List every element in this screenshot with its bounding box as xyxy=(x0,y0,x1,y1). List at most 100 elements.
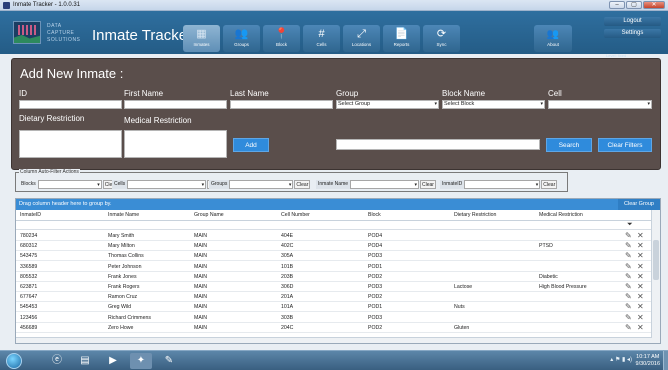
app-taskbar-icon[interactable]: ✦ xyxy=(130,353,152,369)
table-cell: MAIN xyxy=(194,314,207,321)
edit-icon[interactable]: ✎ xyxy=(625,323,632,332)
edit-icon[interactable]: ✎ xyxy=(625,272,632,281)
table-cell: Peter Johnson xyxy=(108,263,142,270)
filter-funnel-icon[interactable]: ⏷ xyxy=(627,221,633,229)
search-input[interactable] xyxy=(336,139,540,150)
show-desktop-button[interactable] xyxy=(663,351,668,370)
table-row[interactable]: 545453 Greg Wild MAIN 101A POD1 Nuts ✎ ✕ xyxy=(16,302,652,313)
table-cell: 543475 xyxy=(20,253,38,260)
delete-icon[interactable]: ✕ xyxy=(637,282,644,291)
table-row[interactable]: 680312 Mary Milton MAIN 402C POD4 PTSD ✎ ✕ xyxy=(16,241,652,252)
settings-button[interactable]: Settings xyxy=(604,29,661,38)
edit-icon[interactable]: ✎ xyxy=(625,282,632,291)
ie-icon[interactable]: ⓔ xyxy=(46,353,68,369)
toolbar-cells-button[interactable]: # Cells xyxy=(303,25,340,52)
col-header-cell-number[interactable]: Cell Number xyxy=(281,212,310,218)
table-cell: Nuts xyxy=(454,304,465,311)
groups-filter-select[interactable]: ▾ xyxy=(229,179,294,189)
table-cell: High Blood Pressure xyxy=(539,284,587,290)
table-row[interactable]: 805532 Frank Jones MAIN 203B POD2 Diabetic ✎ ✕ xyxy=(16,272,652,282)
table-cell: 456689 xyxy=(20,324,38,331)
horizontal-scrollbar[interactable] xyxy=(16,337,652,343)
col-header-dietary[interactable]: Dietary Restriction xyxy=(454,212,496,218)
table-row[interactable]: 543475 Thomas Collins MAIN 305A POD3 ✎ ✕ xyxy=(16,251,652,262)
toolbar-locations-button[interactable]: ⤢ Locations xyxy=(343,25,380,52)
table-row[interactable]: 677647 Ramon Cruz MAIN 201A POD2 ✎ ✕ xyxy=(16,292,652,303)
edit-icon[interactable]: ✎ xyxy=(625,231,632,240)
id-input[interactable] xyxy=(19,100,122,109)
col-header-inmate-id[interactable]: InmateID xyxy=(20,212,41,218)
table-row[interactable]: 336589 Peter Johnson MAIN 101B POD1 ✎ ✕ xyxy=(16,262,652,272)
scroll-thumb[interactable] xyxy=(653,240,659,280)
group-by-bar[interactable]: Drag column header here to group by. xyxy=(16,199,660,210)
delete-icon[interactable]: ✕ xyxy=(637,251,644,260)
col-header-inmate-name[interactable]: Inmate Name xyxy=(108,212,139,218)
window-titlebar: Inmate Tracker - 1.0.0.31 – ▢ ✕ xyxy=(0,0,668,11)
delete-icon[interactable]: ✕ xyxy=(637,262,644,271)
about-button[interactable]: 👥 About xyxy=(534,25,572,52)
col-header-group-name[interactable]: Group Name xyxy=(194,212,224,218)
col-header-block[interactable]: Block xyxy=(368,212,381,218)
logout-button[interactable]: Logout xyxy=(604,17,661,26)
clear-inmate-name-button[interactable]: Clear xyxy=(420,179,436,189)
inmates-grid: Drag column header here to group by. Cle… xyxy=(15,198,661,344)
maximize-button[interactable]: ▢ xyxy=(626,1,642,9)
delete-icon[interactable]: ✕ xyxy=(637,241,644,250)
first-name-input[interactable] xyxy=(124,100,227,109)
inmate-name-filter-select[interactable]: ▾ xyxy=(350,179,420,189)
toolbar-inmates-button[interactable]: ▦ Inmates xyxy=(183,25,220,52)
edit-icon[interactable]: ✎ xyxy=(625,241,632,250)
folder-icon[interactable]: ▤ xyxy=(74,353,96,369)
add-button[interactable]: Add xyxy=(233,138,269,152)
group-select[interactable]: Select Group ▾ xyxy=(336,100,439,109)
minimize-button[interactable]: – xyxy=(609,1,625,9)
blocks-filter-select[interactable]: ▾ xyxy=(37,179,102,189)
toolbar-groups-button[interactable]: 👥 Groups xyxy=(223,25,260,52)
table-cell: POD2 xyxy=(368,294,383,301)
system-tray-icons[interactable]: ▴ ⚑ ▮ ◂) xyxy=(610,356,632,363)
toolbar-block-button[interactable]: 📍 Block xyxy=(263,25,300,52)
taskbar-clock[interactable]: 10:17 AM 9/30/2016 xyxy=(636,354,660,368)
clear-group-button[interactable]: Clear Group xyxy=(618,199,660,210)
delete-icon[interactable]: ✕ xyxy=(637,231,644,240)
dietary-textarea[interactable] xyxy=(19,130,122,158)
tools-icon[interactable]: ✎ xyxy=(158,353,180,369)
edit-icon[interactable]: ✎ xyxy=(625,262,632,271)
medical-textarea[interactable] xyxy=(124,130,227,158)
delete-icon[interactable]: ✕ xyxy=(637,302,644,311)
panel-title: Add New Inmate : xyxy=(20,66,124,81)
clear-inmate-id-button[interactable]: Clear xyxy=(541,179,558,189)
delete-icon[interactable]: ✕ xyxy=(637,313,644,322)
close-button[interactable]: ✕ xyxy=(643,1,665,9)
table-row[interactable]: 123456 Richard Crimmens MAIN 303B POD3 ✎ ✕ xyxy=(16,313,652,323)
toolbar-reports-button[interactable]: 📄 Reports xyxy=(383,25,420,52)
block-select[interactable]: Select Block ▾ xyxy=(442,100,545,109)
delete-icon[interactable]: ✕ xyxy=(637,292,644,301)
delete-icon[interactable]: ✕ xyxy=(637,323,644,332)
edit-icon[interactable]: ✎ xyxy=(625,292,632,301)
table-row[interactable]: 623871 Frank Rogers MAIN 306D POD3 Lactose Hig… xyxy=(16,282,652,292)
vertical-scrollbar[interactable] xyxy=(651,210,660,343)
toolbar-sync-button[interactable]: ⟳ Sync xyxy=(423,25,460,52)
table-cell: POD1 xyxy=(368,263,383,270)
media-player-icon[interactable]: ▶ xyxy=(102,353,124,369)
last-name-input[interactable] xyxy=(230,100,333,109)
delete-icon[interactable]: ✕ xyxy=(637,272,644,281)
inmate-id-filter-select[interactable]: ▾ xyxy=(464,179,541,189)
table-cell: POD2 xyxy=(368,273,383,280)
edit-icon[interactable]: ✎ xyxy=(625,251,632,260)
clear-groups-button[interactable]: Clear xyxy=(294,179,311,189)
start-button[interactable] xyxy=(6,353,22,369)
cells-filter-select[interactable]: ▾ xyxy=(127,179,207,189)
clear-filters-button[interactable]: Clear Filters xyxy=(598,138,652,152)
col-header-medical[interactable]: Medical Restriction xyxy=(539,212,583,218)
table-row[interactable]: 456689 Zero Howe MAIN 204C POD2 Gluten ✎ ✕ xyxy=(16,323,652,333)
edit-icon[interactable]: ✎ xyxy=(625,302,632,311)
table-cell: PTSD xyxy=(539,243,553,250)
table-row[interactable]: 780234 Mary Smith MAIN 404E POD4 ✎ ✕ xyxy=(16,231,652,241)
table-cell: POD3 xyxy=(368,284,383,290)
cell-select[interactable]: ▾ xyxy=(548,100,652,109)
table-cell: Frank Jones xyxy=(108,273,137,280)
search-button[interactable]: Search xyxy=(546,138,592,152)
edit-icon[interactable]: ✎ xyxy=(625,313,632,322)
